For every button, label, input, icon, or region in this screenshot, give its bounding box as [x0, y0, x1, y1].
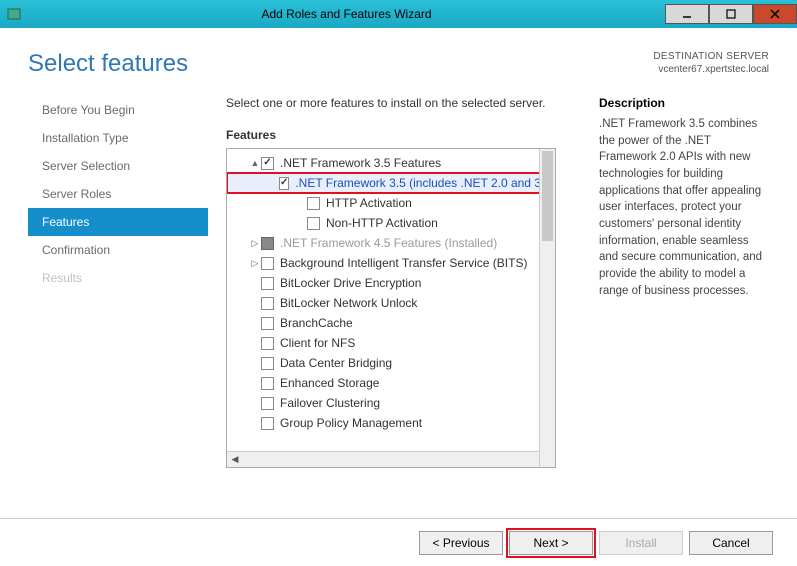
feature-item[interactable]: .NET Framework 3.5 (includes .NET 2.0 an…: [227, 173, 555, 193]
expander-icon[interactable]: ▲: [249, 158, 261, 168]
feature-checkbox[interactable]: [261, 257, 274, 270]
step-results: Results: [28, 264, 208, 292]
feature-label: Data Center Bridging: [280, 356, 392, 370]
horizontal-scrollbar[interactable]: ◀ ▶: [227, 451, 555, 467]
feature-checkbox[interactable]: [261, 157, 274, 170]
minimize-button[interactable]: [665, 4, 709, 24]
scroll-thumb[interactable]: [542, 151, 553, 241]
page-title: Select features: [28, 50, 188, 78]
feature-checkbox[interactable]: [307, 197, 320, 210]
expander-icon[interactable]: ▷: [249, 258, 261, 269]
wizard-footer: < Previous Next > Install Cancel: [0, 518, 797, 566]
feature-checkbox[interactable]: [261, 237, 274, 250]
feature-checkbox[interactable]: [261, 317, 274, 330]
close-button[interactable]: [753, 4, 797, 24]
feature-item[interactable]: Data Center Bridging: [227, 353, 555, 373]
feature-checkbox[interactable]: [261, 297, 274, 310]
wizard-steps: Before You Begin Installation Type Serve…: [28, 96, 208, 468]
feature-label: Group Policy Management: [280, 416, 422, 430]
feature-item[interactable]: Enhanced Storage: [227, 373, 555, 393]
feature-label: HTTP Activation: [326, 196, 412, 210]
feature-checkbox[interactable]: [261, 277, 274, 290]
feature-item[interactable]: BranchCache: [227, 313, 555, 333]
description-label: Description: [599, 96, 769, 110]
feature-item[interactable]: ▲ .NET Framework 3.5 Features: [227, 153, 555, 173]
feature-checkbox[interactable]: [261, 377, 274, 390]
feature-label: .NET Framework 3.5 Features: [280, 156, 441, 170]
feature-item[interactable]: Client for NFS: [227, 333, 555, 353]
feature-label: .NET Framework 4.5 Features (Installed): [280, 236, 497, 250]
expander-icon[interactable]: ▷: [249, 238, 261, 249]
feature-label: BranchCache: [280, 316, 353, 330]
feature-label: .NET Framework 3.5 (includes .NET 2.0 an…: [295, 176, 555, 190]
feature-checkbox[interactable]: [261, 417, 274, 430]
feature-label: Failover Clustering: [280, 396, 380, 410]
feature-label: Enhanced Storage: [280, 376, 379, 390]
step-server-selection[interactable]: Server Selection: [28, 152, 208, 180]
feature-item[interactable]: ▷ Background Intelligent Transfer Service…: [227, 253, 555, 273]
feature-checkbox[interactable]: [261, 357, 274, 370]
next-button[interactable]: Next >: [509, 531, 593, 555]
feature-item[interactable]: HTTP Activation: [227, 193, 555, 213]
previous-button[interactable]: < Previous: [419, 531, 503, 555]
step-confirmation[interactable]: Confirmation: [28, 236, 208, 264]
feature-checkbox[interactable]: [279, 177, 289, 190]
feature-item[interactable]: ▷ .NET Framework 4.5 Features (Installed): [227, 233, 555, 253]
feature-label: Client for NFS: [280, 336, 355, 350]
app-icon: [6, 6, 22, 22]
features-label: Features: [226, 128, 579, 142]
feature-item[interactable]: Failover Clustering: [227, 393, 555, 413]
feature-checkbox[interactable]: [261, 337, 274, 350]
maximize-button[interactable]: [709, 4, 753, 24]
feature-item[interactable]: BitLocker Drive Encryption: [227, 273, 555, 293]
feature-label: Non-HTTP Activation: [326, 216, 438, 230]
install-button: Install: [599, 531, 683, 555]
feature-checkbox[interactable]: [261, 397, 274, 410]
features-tree: ▲ .NET Framework 3.5 Features .NET Framewo…: [226, 148, 556, 468]
instruction-text: Select one or more features to install o…: [226, 96, 579, 110]
scroll-left-icon[interactable]: ◀: [227, 452, 243, 467]
description-text: .NET Framework 3.5 combines the power of…: [599, 116, 769, 299]
feature-label: BitLocker Drive Encryption: [280, 276, 421, 290]
cancel-button[interactable]: Cancel: [689, 531, 773, 555]
destination-server-info: DESTINATION SERVER vcenter67.xpertstec.l…: [653, 50, 769, 76]
step-features[interactable]: Features: [28, 208, 208, 236]
feature-label: Background Intelligent Transfer Service …: [280, 256, 527, 270]
feature-item[interactable]: Non-HTTP Activation: [227, 213, 555, 233]
step-before-you-begin[interactable]: Before You Begin: [28, 96, 208, 124]
vertical-scrollbar[interactable]: [539, 149, 555, 467]
step-server-roles[interactable]: Server Roles: [28, 180, 208, 208]
feature-checkbox[interactable]: [307, 217, 320, 230]
title-bar: Add Roles and Features Wizard: [0, 0, 797, 28]
feature-item[interactable]: Group Policy Management: [227, 413, 555, 433]
window-title: Add Roles and Features Wizard: [28, 7, 665, 21]
feature-item[interactable]: BitLocker Network Unlock: [227, 293, 555, 313]
feature-label: BitLocker Network Unlock: [280, 296, 417, 310]
step-installation-type[interactable]: Installation Type: [28, 124, 208, 152]
